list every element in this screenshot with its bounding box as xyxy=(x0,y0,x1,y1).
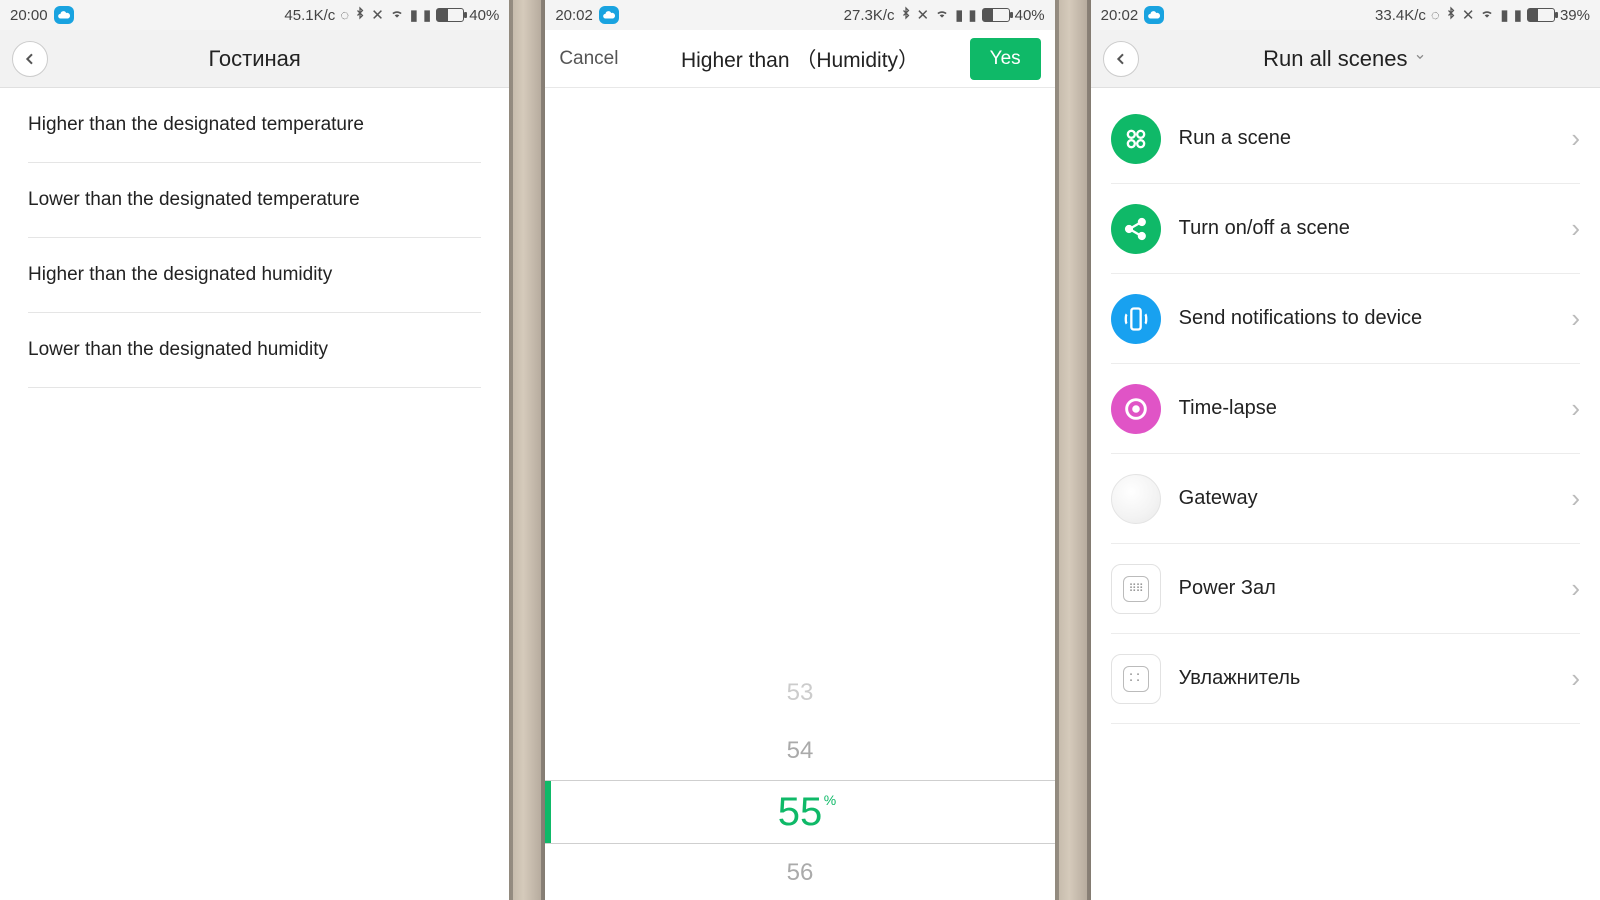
signal2-icon: ▮ xyxy=(968,6,976,24)
page-title: Run all scenes xyxy=(1263,46,1407,72)
wifi-icon xyxy=(389,6,405,24)
signal1-icon: ▮ xyxy=(1500,6,1508,24)
battery-percent: 40% xyxy=(1015,7,1045,24)
chevron-right-icon: › xyxy=(1571,213,1580,244)
signal1-icon: ▮ xyxy=(955,6,963,24)
gap xyxy=(1055,0,1091,900)
status-time: 20:00 xyxy=(10,7,48,24)
humidity-picker[interactable]: 53 54 55% 56 57 xyxy=(545,664,1054,900)
condition-higher-temp[interactable]: Higher than the designated temperature xyxy=(28,88,481,163)
status-bar: 20:02 27.3K/c ✕ ▮ ▮ 40% xyxy=(545,0,1054,30)
header: Run all scenes xyxy=(1091,30,1600,88)
picker-option[interactable]: 56 xyxy=(545,844,1054,900)
chevron-right-icon: › xyxy=(1571,573,1580,604)
battery-percent: 40% xyxy=(469,7,499,24)
cloud-icon xyxy=(599,6,619,24)
cloud-icon xyxy=(1144,6,1164,24)
sync-icon: ◌ xyxy=(340,7,349,24)
status-bar: 20:00 45.1K/c ◌ ✕ ▮ ▮ 40% xyxy=(0,0,509,30)
picker-option[interactable]: 53 xyxy=(545,664,1054,722)
action-label: Turn on/off a scene xyxy=(1179,217,1350,240)
share-icon xyxy=(1111,204,1161,254)
signal2-icon: ▮ xyxy=(423,6,431,24)
action-send-notification[interactable]: Send notifications to device › xyxy=(1111,274,1580,364)
status-bar: 20:02 33.4K/c ◌ ✕ ▮ ▮ 39% xyxy=(1091,0,1600,30)
screen-conditions: 20:00 45.1K/c ◌ ✕ ▮ ▮ 40% Гостиная xyxy=(0,0,509,900)
battery-icon xyxy=(1527,8,1555,22)
gap xyxy=(509,0,545,900)
signal2-icon: ▮ xyxy=(1514,6,1522,24)
action-toggle-scene[interactable]: Turn on/off a scene › xyxy=(1111,184,1580,274)
timer-icon xyxy=(1111,384,1161,434)
chevron-right-icon: › xyxy=(1571,123,1580,154)
chevron-right-icon: › xyxy=(1571,663,1580,694)
bluetooth-icon xyxy=(1445,6,1457,24)
chevron-right-icon: › xyxy=(1571,483,1580,514)
screen-humidity-picker: 20:02 27.3K/c ✕ ▮ ▮ 40% Cancel Higher th… xyxy=(545,0,1054,900)
action-power-zal[interactable]: ⠿⠿ Power Зал › xyxy=(1111,544,1580,634)
picker-unit: % xyxy=(824,792,836,808)
header: Гостиная xyxy=(0,30,509,88)
wifi-icon xyxy=(1479,6,1495,24)
bluetooth-icon xyxy=(900,6,912,24)
picker-selected-value: 55 xyxy=(778,790,823,834)
status-rate: 27.3K/c xyxy=(844,7,895,24)
back-button[interactable] xyxy=(1103,41,1139,77)
header: Cancel Higher than （Humidity） Yes xyxy=(545,30,1054,88)
action-list: Run a scene › Turn on/off a scene › Send… xyxy=(1091,94,1600,724)
vibrate-icon: ✕ xyxy=(917,6,930,24)
action-label: Power Зал xyxy=(1179,577,1276,600)
page-title: Гостиная xyxy=(0,46,509,72)
action-time-lapse[interactable]: Time-lapse › xyxy=(1111,364,1580,454)
action-label: Увлажнитель xyxy=(1179,667,1301,690)
condition-higher-humidity[interactable]: Higher than the designated humidity xyxy=(28,238,481,313)
status-rate: 33.4K/c xyxy=(1375,7,1426,24)
battery-icon xyxy=(436,8,464,22)
condition-lower-humidity[interactable]: Lower than the designated humidity xyxy=(28,313,481,388)
gateway-icon xyxy=(1111,474,1161,524)
battery-percent: 39% xyxy=(1560,7,1590,24)
picker-selected: 55% xyxy=(545,780,1054,844)
power-strip-icon: ⠿⠿ xyxy=(1111,564,1161,614)
socket-icon: ⠅⠅ xyxy=(1111,654,1161,704)
status-rate: 45.1K/c xyxy=(284,7,335,24)
chevron-right-icon: › xyxy=(1571,393,1580,424)
screen-run-scenes: 20:02 33.4K/c ◌ ✕ ▮ ▮ 39% Run all scen xyxy=(1091,0,1600,900)
back-button[interactable] xyxy=(12,41,48,77)
condition-list: Higher than the designated temperature L… xyxy=(0,88,509,388)
battery-icon xyxy=(982,8,1010,22)
sync-icon: ◌ xyxy=(1431,7,1440,24)
scene-icon xyxy=(1111,114,1161,164)
status-time: 20:02 xyxy=(1101,7,1139,24)
wifi-icon xyxy=(934,6,950,24)
signal1-icon: ▮ xyxy=(410,6,418,24)
condition-lower-temp[interactable]: Lower than the designated temperature xyxy=(28,163,481,238)
status-time: 20:02 xyxy=(555,7,593,24)
phone-icon xyxy=(1111,294,1161,344)
action-label: Gateway xyxy=(1179,487,1258,510)
vibrate-icon: ✕ xyxy=(371,6,384,24)
confirm-button[interactable]: Yes xyxy=(970,38,1041,80)
bluetooth-icon xyxy=(354,6,366,24)
cancel-button[interactable]: Cancel xyxy=(559,48,618,70)
chevron-down-icon xyxy=(1413,49,1427,65)
action-label: Time-lapse xyxy=(1179,397,1277,420)
action-humidifier[interactable]: ⠅⠅ Увлажнитель › xyxy=(1111,634,1580,724)
action-label: Send notifications to device xyxy=(1179,307,1423,330)
cloud-icon xyxy=(54,6,74,24)
vibrate-icon: ✕ xyxy=(1462,6,1475,24)
picker-option[interactable]: 54 xyxy=(545,722,1054,780)
page-title-dropdown[interactable]: Run all scenes xyxy=(1091,46,1600,72)
action-gateway[interactable]: Gateway › xyxy=(1111,454,1580,544)
action-run-scene[interactable]: Run a scene › xyxy=(1111,94,1580,184)
action-label: Run a scene xyxy=(1179,127,1291,150)
chevron-right-icon: › xyxy=(1571,303,1580,334)
